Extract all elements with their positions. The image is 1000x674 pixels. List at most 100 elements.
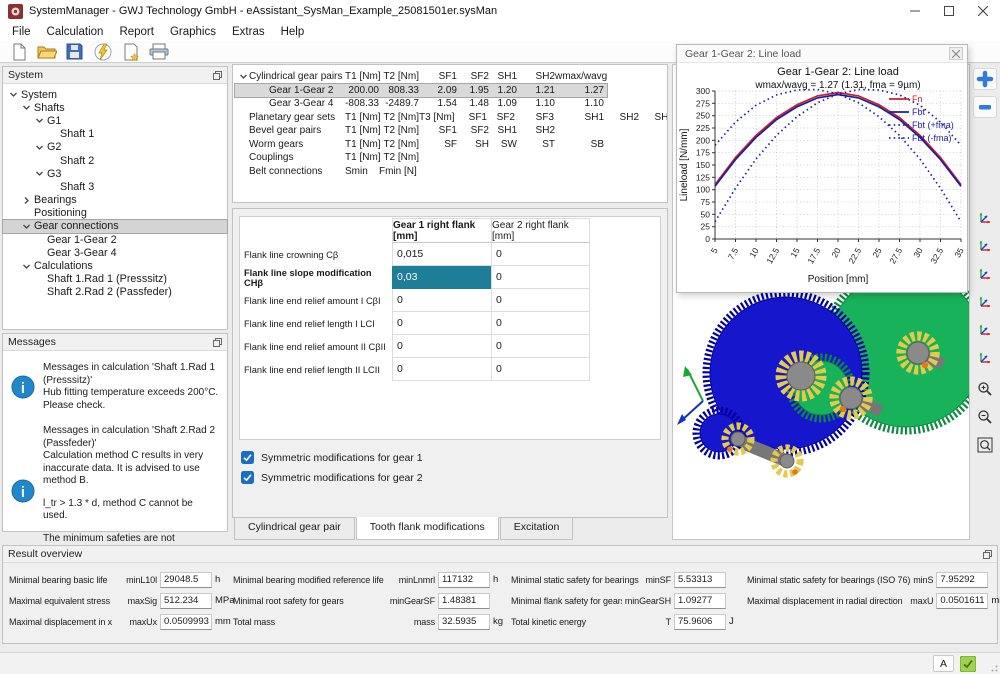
- mod-value-gear1[interactable]: 0,03: [392, 266, 491, 289]
- tree-item-system[interactable]: System: [3, 88, 227, 101]
- maximize-button[interactable]: [932, 0, 966, 22]
- new-report-button[interactable]: [118, 42, 143, 62]
- axis-view-6-button[interactable]: [973, 346, 997, 368]
- result-value-field[interactable]: 512.234: [160, 592, 212, 609]
- tree-item-shafts[interactable]: Shafts: [3, 101, 227, 114]
- tree-item-g3[interactable]: G3: [3, 167, 227, 180]
- mod-value-gear2[interactable]: 0: [491, 358, 590, 381]
- gear-row-gear-1-gear-2[interactable]: Gear 1-Gear 2 200.00 808.33 2.09 1.95 1.20 1.2…: [234, 82, 608, 98]
- mod-value-gear2[interactable]: 0: [491, 312, 590, 335]
- menu-item-graphics[interactable]: Graphics: [162, 24, 224, 40]
- chevron-down-icon[interactable]: [34, 143, 45, 152]
- float-panel-icon[interactable]: [213, 337, 222, 347]
- result-value-field[interactable]: 0.0501611: [936, 592, 989, 609]
- gear-row-planetary-gear-sets[interactable]: Planetary gear sets T1 [Nm] T2 [Nm] T3 [Nm]…: [235, 111, 667, 125]
- chevron-down-icon[interactable]: [21, 262, 32, 271]
- result-value-field[interactable]: 32.5935: [438, 613, 490, 630]
- gear-row-cylindrical-gear-pairs[interactable]: Cylindrical gear pairs T1 [Nm] T2 [Nm] SF1 S…: [235, 70, 607, 84]
- chevron-down-icon[interactable]: [21, 103, 32, 112]
- chevron-down-icon[interactable]: [21, 222, 32, 231]
- menu-item-calculation[interactable]: Calculation: [39, 24, 112, 40]
- mod-value-gear2[interactable]: 0: [491, 243, 590, 266]
- axis-view-5-button[interactable]: [973, 318, 997, 340]
- axis-view-4-button[interactable]: [973, 290, 997, 312]
- chevron-down-icon[interactable]: [8, 90, 19, 99]
- result-value-field[interactable]: 5.53313: [674, 571, 726, 588]
- tree-item-g2[interactable]: G2: [3, 141, 227, 154]
- open-file-button[interactable]: [34, 42, 59, 62]
- tree-item-positioning[interactable]: Positioning: [3, 207, 227, 220]
- tree-item-shaft-1-rad-1-presssitz[interactable]: Shaft 1.Rad 1 (Presssitz): [3, 273, 227, 286]
- mod-value-gear1[interactable]: 0,015: [392, 243, 491, 266]
- gear-row-couplings[interactable]: Couplings T1 [Nm] T2 [Nm]: [235, 151, 422, 165]
- tree-item-shaft-2-rad-2-passfeder[interactable]: Shaft 2.Rad 2 (Passfeder): [3, 286, 227, 299]
- gear-cell: SF2: [470, 71, 489, 83]
- mod-value-gear1[interactable]: 0: [392, 312, 491, 335]
- zoom-out-button[interactable]: [973, 406, 997, 428]
- axis-view-2-button[interactable]: [973, 234, 997, 256]
- line-load-window-titlebar[interactable]: Gear 1-Gear 2: Line load: [677, 45, 967, 63]
- axis-view-1-button[interactable]: [973, 206, 997, 228]
- new-file-button[interactable]: [6, 42, 31, 62]
- result-value-field[interactable]: 29048.5: [160, 571, 212, 588]
- zoom-in-button[interactable]: [973, 378, 997, 400]
- tab-tooth-flank-modifications[interactable]: Tooth flank modifications: [355, 517, 499, 540]
- tree-item-g1[interactable]: G1: [3, 114, 227, 127]
- tree-item-gear-1-gear-2[interactable]: Gear 1-Gear 2: [3, 233, 227, 246]
- result-value-field[interactable]: 0.0509993: [160, 613, 212, 630]
- tree-item-gear-connections[interactable]: Gear connections: [2, 218, 228, 235]
- mod-value-gear1[interactable]: 0: [392, 289, 491, 312]
- tab-cylindrical-gear-pair[interactable]: Cylindrical gear pair: [234, 518, 355, 540]
- gear-row-belt-connections[interactable]: Belt connections Smin Fmin [N]: [235, 165, 422, 179]
- gear-cell: SH1: [584, 111, 604, 123]
- gear-row-bevel-gear-pairs[interactable]: Bevel gear pairs T1 [Nm] T2 [Nm] SF1 SF2 SH1 S…: [235, 124, 558, 138]
- float-panel-icon[interactable]: [213, 70, 222, 80]
- mod-value-gear1[interactable]: 0: [392, 335, 491, 358]
- menu-item-help[interactable]: Help: [273, 24, 313, 40]
- mod-row-flank-line-end-relief-length-ii-lcii: Flank line end relief length II LCII 0 0: [240, 358, 660, 381]
- close-icon[interactable]: [949, 47, 963, 60]
- gear-cell: 1.95: [469, 84, 489, 96]
- add-button[interactable]: [973, 68, 997, 90]
- axis-view-3-button[interactable]: [973, 262, 997, 284]
- gear-row-gear-3-gear-4[interactable]: Gear 3-Gear 4 -808.33 -2489.7 1.54 1.48 1.09 1…: [235, 97, 607, 111]
- result-value-field[interactable]: 1.09277: [674, 592, 726, 609]
- menu-item-report[interactable]: Report: [111, 24, 162, 40]
- tree-item-shaft-3[interactable]: Shaft 3: [3, 180, 227, 193]
- save-file-button[interactable]: [62, 42, 87, 62]
- tab-excitation[interactable]: Excitation: [499, 518, 574, 540]
- zoom-fit-button[interactable]: [973, 434, 997, 456]
- chevron-right-icon[interactable]: [21, 196, 32, 205]
- font-button[interactable]: A: [933, 655, 954, 672]
- tree-item-calculations[interactable]: Calculations: [3, 259, 227, 272]
- gear-row-worm-gears[interactable]: Worm gears T1 [Nm] T2 [Nm] SF SH SW ST SB: [235, 138, 607, 152]
- checkbox-symmetric-gear2[interactable]: Symmetric modifications for gear 2: [241, 471, 661, 484]
- float-panel-icon[interactable]: [983, 549, 992, 559]
- result-value-field[interactable]: 117132: [438, 571, 490, 588]
- mod-value-gear2[interactable]: 0: [491, 266, 590, 289]
- calculate-button[interactable]: [90, 42, 115, 62]
- gear-cell: SH2: [619, 111, 639, 123]
- mod-value-gear2[interactable]: 0: [491, 289, 590, 312]
- result-value-field[interactable]: 7.95292: [936, 571, 989, 588]
- tree-item-shaft-1[interactable]: Shaft 1: [3, 128, 227, 141]
- minimize-button[interactable]: [898, 0, 932, 22]
- menu-item-extras[interactable]: Extras: [224, 24, 273, 40]
- result-value-field[interactable]: 75.9606: [674, 613, 726, 630]
- close-button[interactable]: [966, 0, 1000, 22]
- resize-grip[interactable]: [989, 663, 998, 672]
- mod-value-gear1[interactable]: 0: [392, 358, 491, 381]
- mod-value-gear2[interactable]: 0: [491, 335, 590, 358]
- menu-item-file[interactable]: File: [4, 24, 39, 40]
- chevron-down-icon[interactable]: [34, 169, 45, 178]
- tree-item-gear-3-gear-4[interactable]: Gear 3-Gear 4: [3, 246, 227, 259]
- chevron-down-icon[interactable]: [34, 116, 45, 125]
- remove-button[interactable]: [973, 96, 997, 118]
- tree-item-shaft-2[interactable]: Shaft 2: [3, 154, 227, 167]
- chevron-down-icon[interactable]: [238, 72, 249, 81]
- checkbox-symmetric-gear1[interactable]: Symmetric modifications for gear 1: [241, 451, 661, 464]
- result-value-field[interactable]: 1.48381: [438, 592, 490, 609]
- print-button[interactable]: [146, 42, 171, 62]
- gear-cell: 1.10: [535, 98, 555, 110]
- tree-item-bearings[interactable]: Bearings: [3, 194, 227, 207]
